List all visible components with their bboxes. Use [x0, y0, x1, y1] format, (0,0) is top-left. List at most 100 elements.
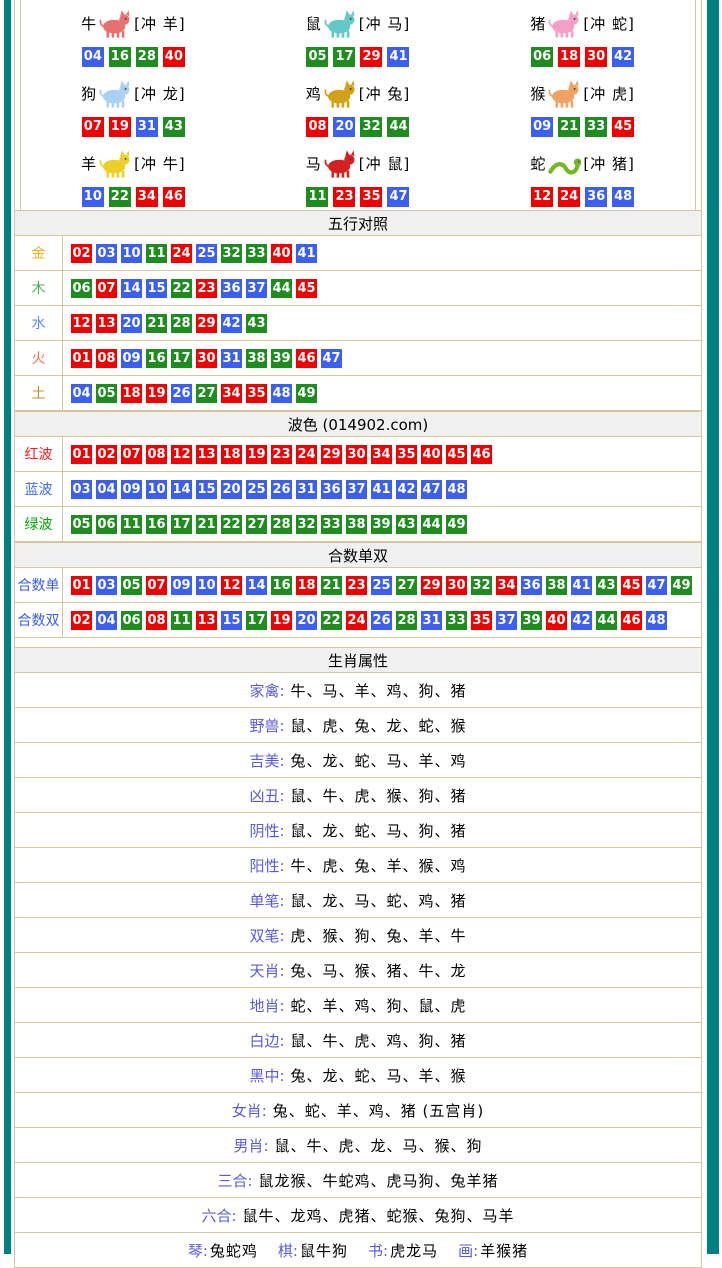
zodiac-name: 鼠 — [306, 13, 321, 34]
left-frame-stripe — [4, 0, 11, 1254]
zodiac-numbers: 11233547 — [306, 187, 409, 207]
number-ball: 14 — [121, 279, 142, 298]
number-ball: 19 — [146, 384, 167, 403]
zodiac-numbers: 05172941 — [306, 47, 409, 67]
number-ball: 44 — [271, 279, 292, 298]
number-ball: 30 — [446, 576, 467, 595]
wave-rows: 红波0102070812131819232429303435404546蓝波03… — [15, 437, 701, 542]
number-ball: 31 — [221, 349, 242, 368]
number-ball: 49 — [296, 384, 317, 403]
number-ball: 41 — [571, 576, 592, 595]
row-label-blue-wave: 蓝波 — [15, 472, 63, 506]
section-header-five-elements: 五行对照 — [15, 210, 701, 236]
attribute-value-sky: 兔、马、猴、猪、牛、龙 — [291, 960, 467, 981]
number-ball: 02 — [71, 244, 92, 263]
attribute-value-male: 鼠、牛、虎、龙、马、猴、狗 — [275, 1135, 483, 1156]
wave-row-red-wave: 红波0102070812131819232429303435404546 — [15, 437, 701, 472]
number-ball: 35 — [471, 611, 492, 630]
number-ball: 06 — [121, 611, 142, 630]
attribute-label-yin: 阴性: — [249, 820, 284, 841]
number-ball: 47 — [646, 576, 667, 595]
number-ball: 05 — [71, 515, 92, 534]
attribute-row-domestic: 家禽:牛、马、羊、鸡、狗、猪 — [15, 673, 701, 708]
number-ball: 37 — [246, 279, 267, 298]
number-ball: 21 — [196, 515, 217, 534]
number-ball: 33 — [246, 244, 267, 263]
number-ball: 30 — [196, 349, 217, 368]
number-ball: 03 — [96, 576, 117, 595]
element-row-wood: 木06071415222336374445 — [15, 271, 701, 306]
number-ball: 41 — [371, 480, 392, 499]
number-ball: 19 — [109, 117, 131, 137]
monkey-icon — [547, 79, 581, 109]
attribute-value-qin: 兔蛇鸡 — [210, 1240, 258, 1261]
number-ball: 41 — [387, 47, 409, 67]
number-ball: 23 — [333, 187, 355, 207]
number-ball: 14 — [246, 576, 267, 595]
number-ball: 40 — [546, 611, 567, 630]
attribute-value-earth-sign: 蛇、羊、鸡、狗、鼠、虎 — [291, 995, 467, 1016]
attribute-row-three-harmony: 三合:鼠龙猴、牛蛇鸡、虎马狗、兔羊猪 — [15, 1163, 701, 1198]
attribute-value-shu: 虎龙马 — [390, 1240, 438, 1261]
attribute-label-black-mid: 黑中: — [249, 1065, 284, 1086]
number-ball: 42 — [612, 47, 634, 67]
number-ball: 39 — [521, 611, 542, 630]
number-ball: 16 — [271, 576, 292, 595]
wave-row-blue-wave: 蓝波03040910141520252631363741424748 — [15, 472, 701, 507]
attribute-row-female: 女肖:兔、蛇、羊、鸡、猪 (五宫肖) — [15, 1093, 701, 1128]
attribute-rows: 家禽:牛、马、羊、鸡、狗、猪野兽:鼠、虎、兔、龙、蛇、猴吉美:兔、龙、蛇、马、羊… — [15, 673, 701, 1268]
attribute-row-yang: 阳性:牛、虎、兔、羊、猴、鸡 — [15, 848, 701, 883]
number-ball: 14 — [171, 480, 192, 499]
number-ball: 21 — [321, 576, 342, 595]
attribute-row-double-stroke: 双笔:虎、猴、狗、兔、羊、牛 — [15, 918, 701, 953]
number-ball: 36 — [585, 187, 607, 207]
attribute-label-sky: 天肖: — [249, 960, 284, 981]
number-ball: 43 — [396, 515, 417, 534]
section-title-waves: 波色 (014902.com) — [288, 414, 429, 435]
zodiac-caption: 猴[冲 虎] — [530, 74, 635, 114]
number-ball: 07 — [121, 445, 142, 464]
zodiac-numbers: 09213345 — [531, 117, 634, 137]
row-numbers-fire: 0108091617303138394647 — [63, 341, 701, 375]
number-ball: 32 — [471, 576, 492, 595]
attribute-value-white-edge: 鼠、牛、虎、鸡、狗、猪 — [291, 1030, 467, 1051]
number-ball: 11 — [306, 187, 328, 207]
number-ball: 24 — [296, 445, 317, 464]
number-ball: 10 — [121, 244, 142, 263]
attribute-row-auspicious: 吉美:兔、龙、蛇、马、羊、鸡 — [15, 743, 701, 778]
number-ball: 32 — [360, 117, 382, 137]
row-label-green-wave: 绿波 — [15, 507, 63, 541]
number-ball: 35 — [246, 384, 267, 403]
rooster-icon — [323, 79, 357, 109]
five-elements-rows: 金02031011242532334041木060714152223363744… — [15, 236, 701, 411]
number-ball: 13 — [96, 314, 117, 333]
number-ball: 34 — [496, 576, 517, 595]
number-ball: 20 — [333, 117, 355, 137]
number-ball: 17 — [333, 47, 355, 67]
number-ball: 36 — [321, 480, 342, 499]
number-ball: 46 — [296, 349, 317, 368]
attribute-value-qi: 鼠牛狗 — [300, 1240, 348, 1261]
row-numbers-blue-wave: 03040910141520252631363741424748 — [63, 472, 701, 506]
row-label-wood: 木 — [15, 271, 63, 305]
goat-icon — [98, 149, 132, 179]
zodiac-cell-ox: 牛[冲 羊]04162840 — [21, 0, 246, 70]
number-ball: 46 — [621, 611, 642, 630]
zodiac-cell-dog: 狗[冲 龙]07193143 — [21, 70, 246, 140]
zodiac-cell-pig: 猪[冲 蛇]06183042 — [470, 0, 695, 70]
number-ball: 12 — [531, 187, 553, 207]
number-ball: 19 — [246, 445, 267, 464]
number-ball: 09 — [121, 349, 142, 368]
number-ball: 35 — [396, 445, 417, 464]
zodiac-cell-goat: 羊[冲 牛]10223446 — [21, 140, 246, 210]
number-ball: 09 — [531, 117, 553, 137]
number-ball: 18 — [296, 576, 317, 595]
number-ball: 15 — [196, 480, 217, 499]
number-ball: 08 — [96, 349, 117, 368]
number-ball: 25 — [246, 480, 267, 499]
zodiac-cell-monkey: 猴[冲 虎] 09213345 — [470, 70, 695, 140]
attribute-value-domestic: 牛、马、羊、鸡、狗、猪 — [291, 680, 467, 701]
wave-row-green-wave: 绿波05061116172122272832333839434449 — [15, 507, 701, 542]
number-ball: 38 — [346, 515, 367, 534]
sum-parity-rows: 合数单0103050709101214161821232527293032343… — [15, 568, 701, 638]
